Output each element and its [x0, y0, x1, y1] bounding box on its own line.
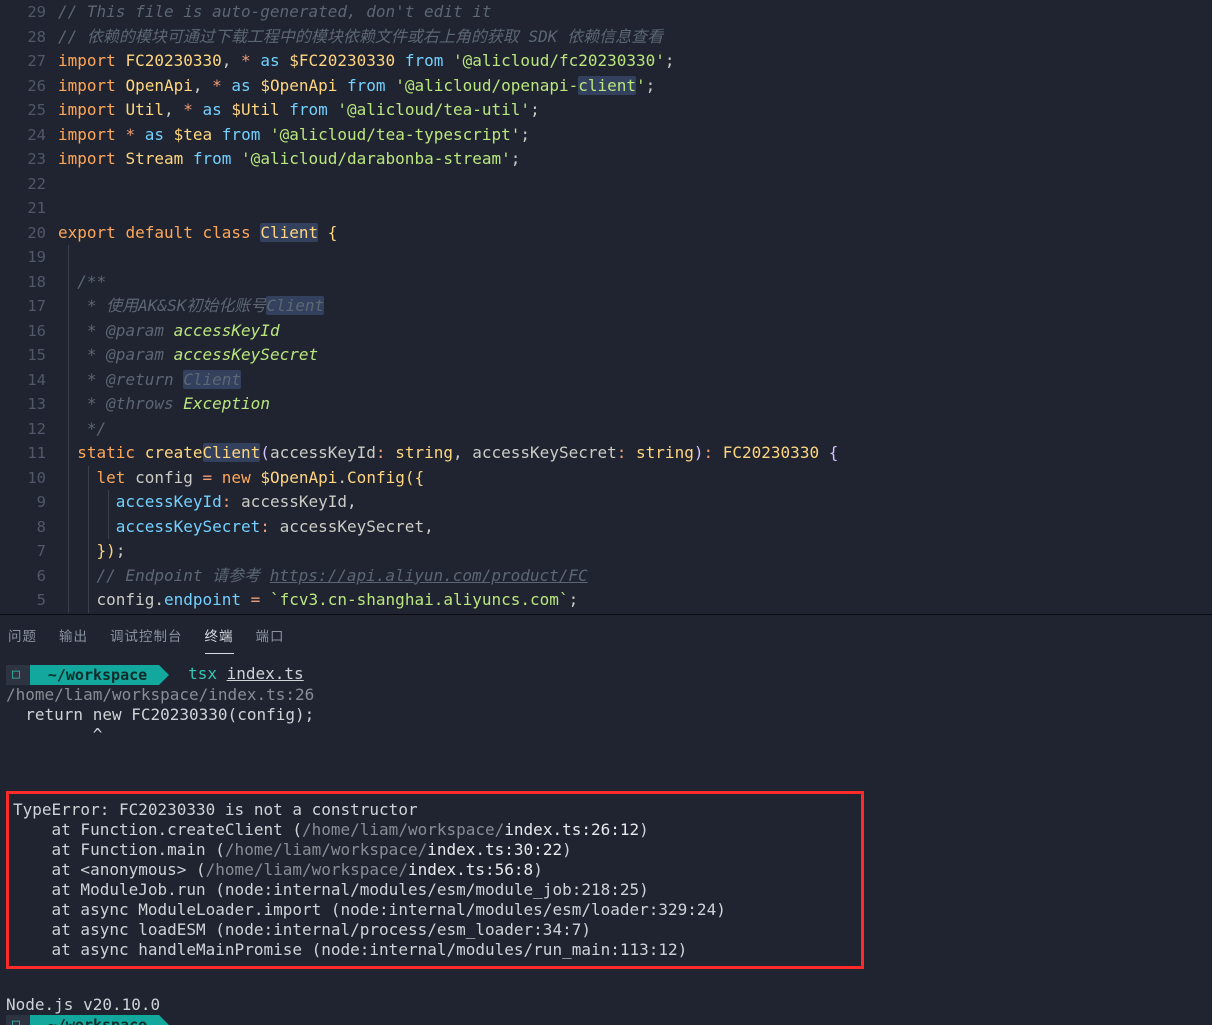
code-line[interactable]: let config = new $OpenApi.Config({	[58, 466, 1212, 491]
code-line[interactable]	[58, 245, 1212, 270]
code-line[interactable]: * @param accessKeySecret	[58, 343, 1212, 368]
terminal-line: return new FC20230330(config);	[6, 705, 1206, 725]
terminal-arg: index.ts	[227, 664, 304, 683]
terminal-line: /home/liam/workspace/index.ts:26	[6, 685, 1206, 705]
code-line[interactable]: // Endpoint 请参考 https://api.aliyun.com/p…	[58, 564, 1212, 589]
panel-tab[interactable]: 端口	[256, 625, 285, 654]
code-line[interactable]: static createClient(accessKeyId: string,…	[58, 441, 1212, 466]
terminal-line: ^	[6, 725, 1206, 745]
code-line[interactable]: import Stream from '@alicloud/darabonba-…	[58, 147, 1212, 172]
terminal-prompt[interactable]: □~/workspace	[6, 1015, 1206, 1025]
code-line[interactable]: import * as $tea from '@alicloud/tea-typ…	[58, 123, 1212, 148]
code-line[interactable]: export default class Client {	[58, 221, 1212, 246]
code-line[interactable]: * @param accessKeyId	[58, 319, 1212, 344]
terminal-line: at ModuleJob.run (node:internal/modules/…	[13, 880, 855, 900]
terminal[interactable]: □~/workspace tsx index.ts/home/liam/work…	[0, 654, 1212, 1025]
prompt-indicator-icon: □	[6, 665, 30, 685]
code-line[interactable]: import OpenApi, * as $OpenApi from '@ali…	[58, 74, 1212, 99]
code-line[interactable]: accessKeyId: accessKeyId,	[58, 490, 1212, 515]
code-area[interactable]: // This file is auto-generated, don't ed…	[58, 0, 1212, 614]
terminal-prompt[interactable]: □~/workspace tsx index.ts	[6, 664, 1206, 685]
panel-tab[interactable]: 问题	[8, 625, 37, 654]
panel-tabs: 问题输出调试控制台终端端口	[0, 615, 1212, 654]
terminal-line: at Function.main (/home/liam/workspace/i…	[13, 840, 855, 860]
terminal-line: at <anonymous> (/home/liam/workspace/ind…	[13, 860, 855, 880]
code-line[interactable]: * @return Client	[58, 368, 1212, 393]
terminal-line: TypeError: FC20230330 is not a construct…	[13, 800, 855, 820]
terminal-command: tsx	[188, 664, 217, 683]
code-line[interactable]: accessKeySecret: accessKeySecret,	[58, 515, 1212, 540]
terminal-line: at async loadESM (node:internal/process/…	[13, 920, 855, 940]
code-line[interactable]: // 依赖的模块可通过下载工程中的模块依赖文件或右上角的获取 SDK 依赖信息查…	[58, 25, 1212, 50]
panel-tab[interactable]: 终端	[205, 625, 234, 654]
terminal-line: at Function.createClient (/home/liam/wor…	[13, 820, 855, 840]
line-gutter: 2928272625242322212019181716151413121110…	[0, 0, 58, 614]
terminal-line: at async handleMainPromise (node:interna…	[13, 940, 855, 960]
terminal-line	[6, 975, 1206, 995]
terminal-line	[6, 765, 1206, 785]
prompt-path: ~/workspace	[30, 665, 159, 685]
code-line[interactable]: config.endpoint = `fcv3.cn-shanghai.aliy…	[58, 588, 1212, 613]
code-editor[interactable]: 2928272625242322212019181716151413121110…	[0, 0, 1212, 614]
terminal-line: Node.js v20.10.0	[6, 995, 1206, 1015]
code-line[interactable]: import FC20230330, * as $FC20230330 from…	[58, 49, 1212, 74]
code-line[interactable]	[58, 172, 1212, 197]
error-box: TypeError: FC20230330 is not a construct…	[6, 791, 864, 969]
panel-tab[interactable]: 调试控制台	[110, 625, 183, 654]
code-line[interactable]: * 使用AK&SK初始化账号Client	[58, 294, 1212, 319]
code-line[interactable]: import Util, * as $Util from '@alicloud/…	[58, 98, 1212, 123]
code-line[interactable]	[58, 196, 1212, 221]
code-line[interactable]: /**	[58, 270, 1212, 295]
code-line[interactable]: * @throws Exception	[58, 392, 1212, 417]
code-line[interactable]: // This file is auto-generated, don't ed…	[58, 0, 1212, 25]
code-line[interactable]: });	[58, 539, 1212, 564]
bottom-panel: 问题输出调试控制台终端端口 □~/workspace tsx index.ts/…	[0, 614, 1212, 1025]
code-line[interactable]: */	[58, 417, 1212, 442]
terminal-line: at async ModuleLoader.import (node:inter…	[13, 900, 855, 920]
terminal-line	[6, 745, 1206, 765]
panel-tab[interactable]: 输出	[59, 625, 88, 654]
